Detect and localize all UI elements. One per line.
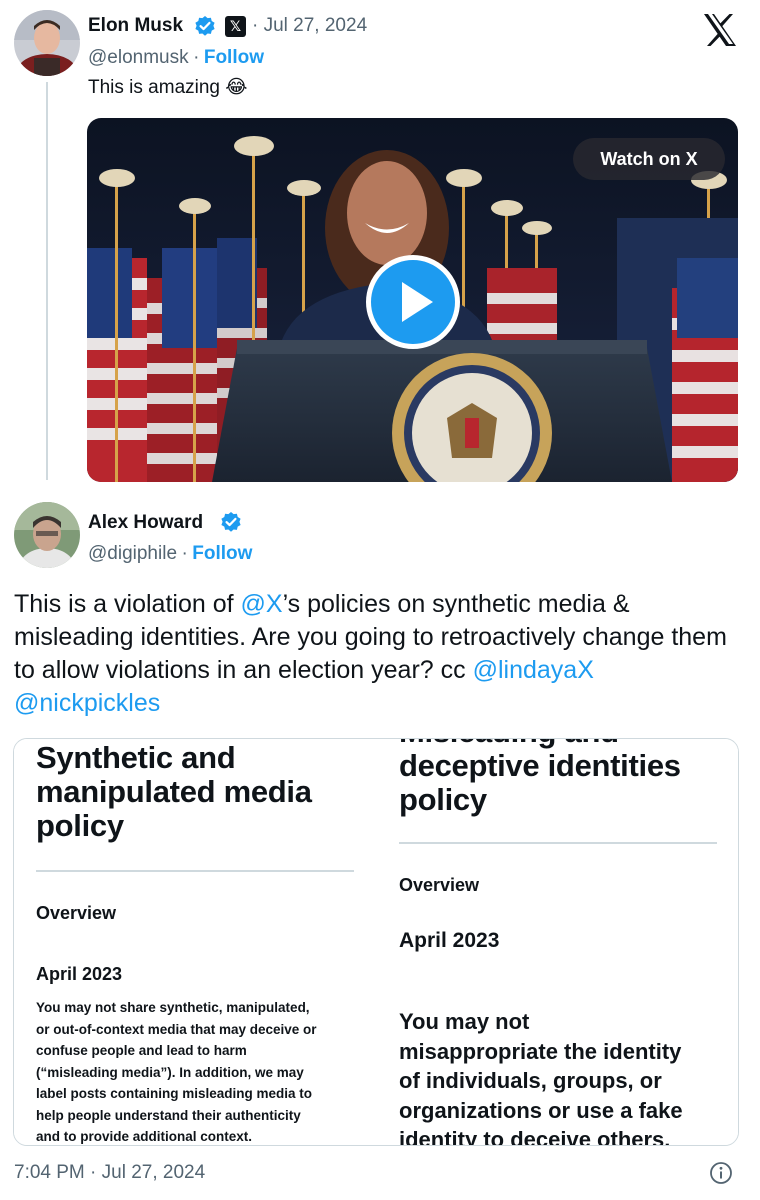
policy-title-line: Synthetic and xyxy=(36,740,236,775)
author-handle[interactable]: @digiphile xyxy=(88,543,177,564)
policy-date: April 2023 xyxy=(399,929,500,952)
x-affiliation-badge-icon: 𝕏 xyxy=(225,16,246,37)
post-text: This is amazing 😂 xyxy=(88,77,248,98)
policy-body-line: organizations or use a fake xyxy=(399,1097,683,1123)
avatar-alex-howard[interactable] xyxy=(14,502,80,568)
x-logo-icon[interactable] xyxy=(700,10,740,50)
policy-body-line: of individuals, groups, or xyxy=(399,1068,662,1093)
author-name[interactable]: Elon Musk xyxy=(88,15,183,37)
policy-body-line: help people understand their authenticit… xyxy=(36,1107,301,1123)
policy-title-line: policy xyxy=(399,782,487,817)
play-button[interactable] xyxy=(366,255,460,349)
policy-title: Misleading and deceptive identities poli… xyxy=(399,739,681,817)
author-handle[interactable]: @elonmusk xyxy=(88,47,189,68)
policy-body: You may not misappropriate the identity … xyxy=(399,1007,734,1146)
author-name[interactable]: Alex Howard xyxy=(88,512,203,534)
attached-image[interactable]: Synthetic and manipulated media policy O… xyxy=(13,738,739,1146)
policy-body: You may not share synthetic, manipulated… xyxy=(36,997,371,1145)
divider xyxy=(36,870,354,872)
separator-dot: · xyxy=(193,47,200,68)
synthetic-media-policy-column: Synthetic and manipulated media policy O… xyxy=(14,739,378,1145)
watch-on-x-button[interactable]: Watch on X xyxy=(573,138,725,180)
policy-title-line: deceptive identities xyxy=(399,748,681,783)
policy-body-line: You may not share synthetic, manipulated… xyxy=(36,1000,310,1015)
policy-body-line: You may not xyxy=(399,1009,530,1034)
thread-connector-line xyxy=(46,82,48,480)
policy-body-line: or out-of-context media that may deceive… xyxy=(36,1021,317,1037)
verified-badge-icon xyxy=(194,15,216,37)
divider xyxy=(399,842,717,844)
author-handle-row: @elonmusk · Follow xyxy=(88,47,264,69)
follow-button[interactable]: Follow xyxy=(204,47,264,68)
follow-button[interactable]: Follow xyxy=(192,543,252,564)
policy-date: April 2023 xyxy=(36,964,123,984)
post-text: This is a violation of @X’s policies on … xyxy=(14,588,744,720)
policy-body-line: identity to deceive others. xyxy=(399,1127,671,1146)
policy-title-line: manipulated media xyxy=(36,774,312,809)
post-timestamp[interactable]: 7:04 PM · Jul 27, 2024 xyxy=(14,1162,205,1184)
play-icon xyxy=(402,282,433,322)
avatar-elon-musk[interactable] xyxy=(14,10,80,76)
policy-body-line: label posts containing misleading media … xyxy=(36,1086,313,1101)
policy-section: Overview xyxy=(36,903,117,923)
mention-link-nickpickles[interactable]: @nickpickles xyxy=(14,689,160,717)
separator-dot: · xyxy=(181,543,188,564)
verified-badge-icon xyxy=(220,511,242,533)
policy-title: Synthetic and manipulated media policy xyxy=(36,741,312,843)
deceptive-identities-policy-column: Misleading and deceptive identities poli… xyxy=(378,739,738,1146)
mention-link-x[interactable]: @X xyxy=(241,590,283,618)
post-text-segment: This is a violation of xyxy=(14,590,241,618)
mention-link-lindayax[interactable]: @lindayaX xyxy=(473,656,594,684)
policy-body-line: and to provide additional context. xyxy=(36,1129,253,1144)
post-date[interactable]: · Jul 27, 2024 xyxy=(252,15,367,37)
policy-title-line: policy xyxy=(36,808,124,843)
info-icon[interactable] xyxy=(709,1161,733,1185)
policy-body-line: confuse people and lead to harm xyxy=(36,1043,247,1058)
policy-body-line: misappropriate the identity xyxy=(399,1038,682,1064)
policy-body-line: (“misleading media”). In addition, we ma… xyxy=(36,1064,304,1080)
policy-section: Overview xyxy=(399,875,480,895)
author-handle-row: @digiphile · Follow xyxy=(88,543,252,565)
